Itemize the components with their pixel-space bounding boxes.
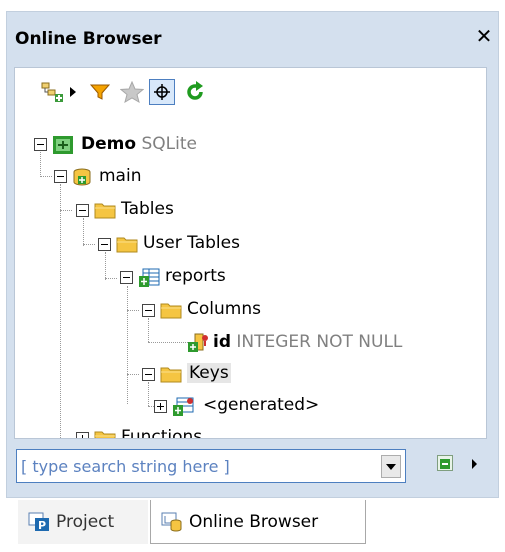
tree-item-functions[interactable]: Functions <box>121 426 202 438</box>
project-icon: P <box>28 512 50 532</box>
folder-icon <box>94 429 116 438</box>
expander-keys[interactable] <box>142 368 155 381</box>
tree-item-id-type: INTEGER NOT NULL <box>236 332 403 352</box>
tree-item-main[interactable]: main <box>99 165 141 187</box>
search-dropdown-button[interactable] <box>381 455 401 478</box>
schema-icon <box>72 167 92 186</box>
expander-main[interactable] <box>54 170 67 183</box>
online-browser-icon <box>161 512 183 532</box>
expander-reports[interactable] <box>120 271 133 284</box>
tab-online-browser[interactable]: Online Browser <box>150 500 366 544</box>
primary-key-column-icon <box>187 333 208 352</box>
tree-item-tables[interactable]: Tables <box>121 198 174 220</box>
key-icon <box>172 397 194 416</box>
folder-icon <box>116 235 138 253</box>
search-bar <box>14 447 487 487</box>
close-icon[interactable]: ✕ <box>474 25 494 47</box>
tree-item-id-column[interactable]: id INTEGER NOT NULL <box>213 331 402 353</box>
database-connection-icon <box>52 135 73 154</box>
search-more-arrow-icon[interactable] <box>472 459 477 469</box>
browser-content: Demo SQLite main Tables User Tables repo… <box>14 67 487 439</box>
bottom-tab-bar: P Project Online Browser <box>6 498 499 548</box>
tree-item-demo[interactable]: Demo SQLite <box>81 133 197 155</box>
expander-functions[interactable] <box>76 432 89 438</box>
tree-item-demo-type: SQLite <box>141 134 197 154</box>
tree-item-id-label: id <box>213 332 231 352</box>
panel-titlebar: Online Browser ✕ <box>7 12 498 60</box>
tree-item-keys-label: Keys <box>187 363 231 383</box>
folder-icon <box>160 365 182 383</box>
tree-item-reports[interactable]: reports <box>165 265 226 287</box>
tab-project-label: Project <box>56 512 115 532</box>
search-input[interactable] <box>21 450 371 482</box>
tree-item-generated[interactable]: <generated> <box>203 394 319 416</box>
tree-item-demo-label: Demo <box>81 134 137 154</box>
expander-user-tables[interactable] <box>98 238 111 251</box>
expander-generated[interactable] <box>154 400 167 413</box>
online-browser-panel: Online Browser ✕ Demo SQLite main Tables… <box>6 11 499 498</box>
tree-item-columns[interactable]: Columns <box>187 298 261 320</box>
database-tree: Demo SQLite main Tables User Tables repo… <box>15 68 486 438</box>
folder-icon <box>160 301 182 319</box>
tab-online-browser-label: Online Browser <box>189 511 319 532</box>
tree-item-user-tables[interactable]: User Tables <box>143 232 240 254</box>
table-icon <box>138 268 160 287</box>
search-combobox <box>16 449 406 483</box>
tab-project[interactable]: P Project <box>18 500 148 544</box>
expander-columns[interactable] <box>142 304 155 317</box>
folder-icon <box>94 201 116 219</box>
tree-item-keys[interactable]: Keys <box>187 362 231 384</box>
expander-demo[interactable] <box>34 138 47 151</box>
search-options-icon[interactable] <box>437 455 453 471</box>
expander-tables[interactable] <box>76 204 89 217</box>
svg-text:P: P <box>38 519 46 532</box>
panel-title: Online Browser <box>15 29 162 49</box>
